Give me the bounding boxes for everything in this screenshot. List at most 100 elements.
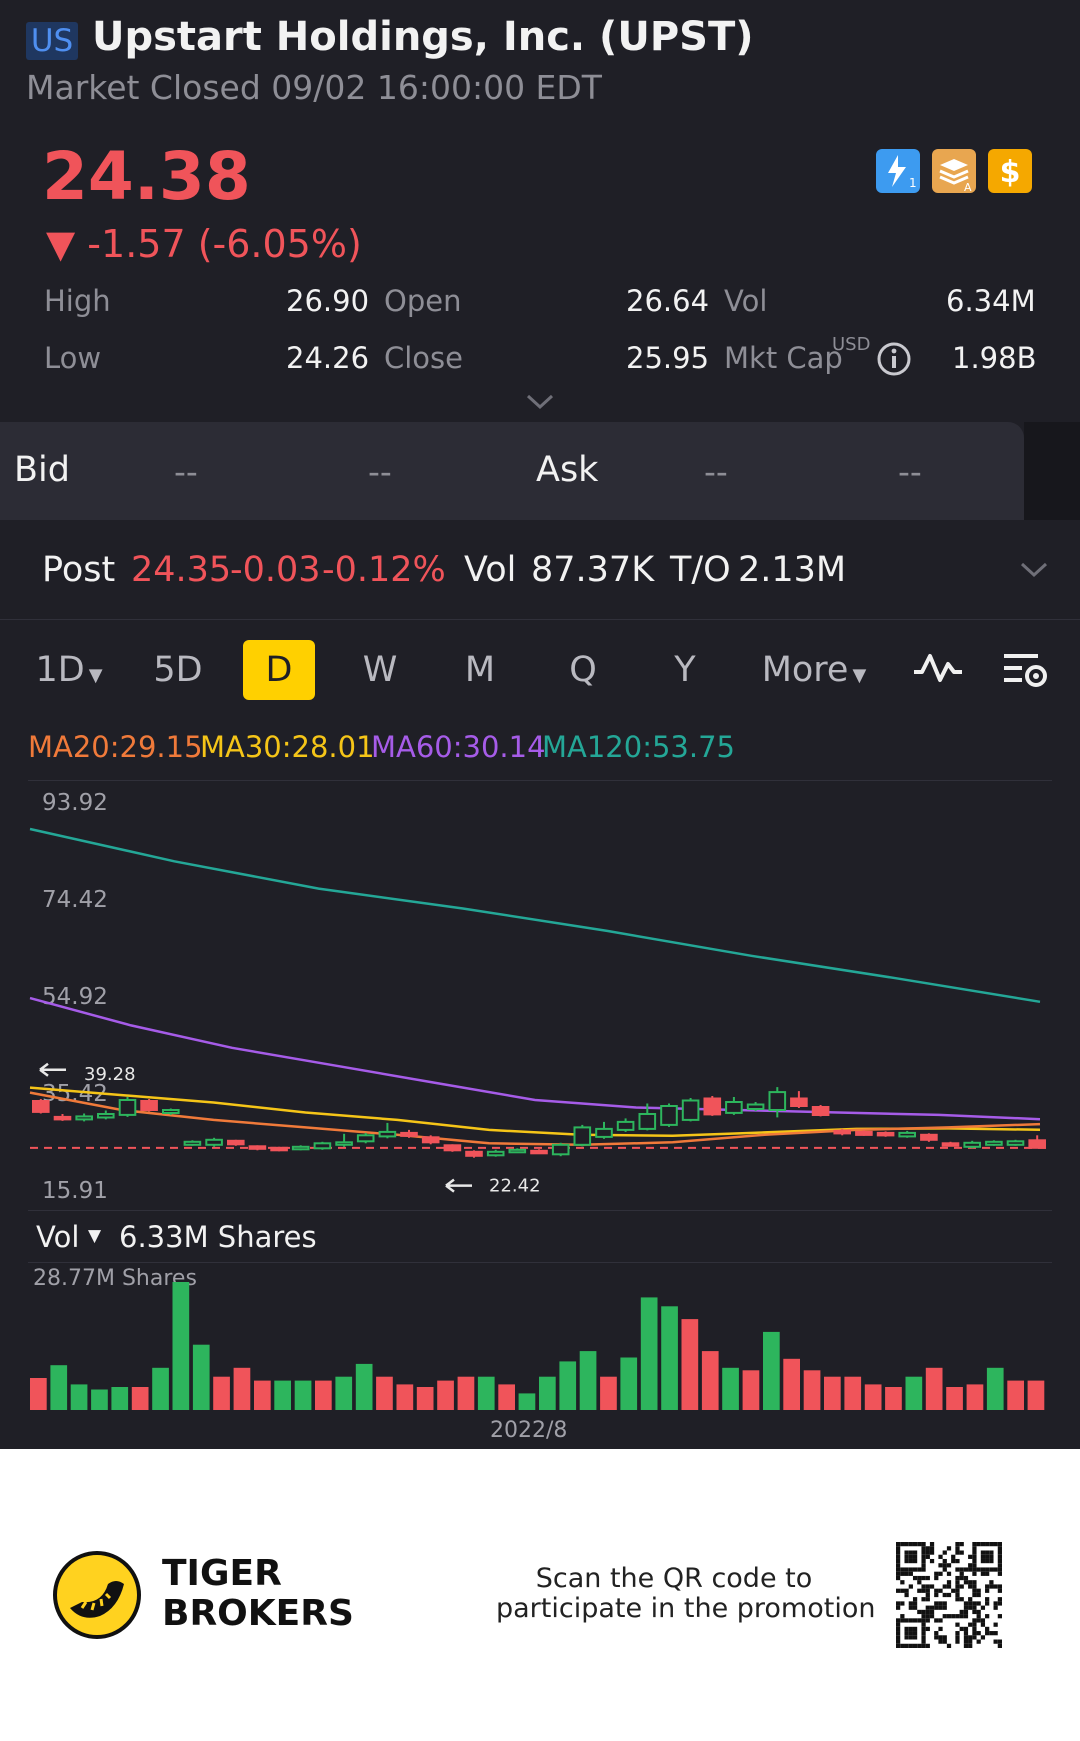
bid-label: Bid (14, 450, 70, 490)
candle (53, 1114, 72, 1121)
qr-module (997, 1571, 1002, 1576)
qr-module (972, 1618, 977, 1623)
high-marker-label: 39.28 (84, 1064, 136, 1085)
candle-body (703, 1097, 722, 1116)
tab-1d[interactable]: 1D ▼ (30, 640, 108, 700)
qr-module (955, 1575, 960, 1581)
qr-module (908, 1571, 913, 1576)
ma30-label: MA30:28.01 (200, 730, 375, 764)
volume-bar (966, 1384, 984, 1410)
qr-module (942, 1635, 947, 1640)
lightning-1-icon[interactable]: 1 (876, 149, 920, 193)
volume-bar (518, 1393, 536, 1410)
qr-module (929, 1614, 935, 1619)
vol-section-value: 6.33M Shares (119, 1220, 317, 1254)
expand-chevron-icon[interactable] (524, 392, 556, 416)
candle (963, 1140, 982, 1149)
candle-body (616, 1120, 635, 1131)
qr-module (921, 1558, 926, 1564)
indicator-icon[interactable] (912, 648, 964, 692)
qr-module (912, 1550, 918, 1555)
qr-module (908, 1618, 913, 1623)
qr-module (985, 1584, 990, 1589)
volume-chart[interactable] (0, 1266, 1080, 1412)
qr-module (917, 1580, 922, 1585)
volume-bar (152, 1367, 169, 1410)
qr-module (904, 1631, 909, 1636)
vol-dropdown-caret-icon[interactable]: ▼ (88, 1226, 101, 1246)
price-chart[interactable]: 93.9274.4254.9235.4215.91 39.2822.42 (0, 780, 1080, 1208)
post-expand-chevron-icon[interactable] (1018, 560, 1050, 584)
candle (790, 1091, 808, 1108)
qr-module (963, 1614, 969, 1619)
qr-module (896, 1601, 901, 1606)
tab-d[interactable]: D (243, 640, 315, 700)
qr-module (976, 1588, 981, 1593)
qr-module (955, 1542, 960, 1547)
tab-m[interactable]: M (452, 640, 508, 700)
qr-module (993, 1584, 998, 1589)
qr-module (955, 1546, 960, 1551)
qr-module (985, 1567, 990, 1572)
volume-bar (905, 1376, 923, 1410)
vol-section-label[interactable]: Vol (36, 1220, 79, 1254)
stack-a-icon[interactable]: A (932, 149, 976, 194)
qr-module (904, 1635, 909, 1640)
qr-module (985, 1571, 990, 1576)
qr-module (904, 1550, 909, 1555)
tab-5d[interactable]: 5D (146, 640, 210, 700)
qr-module (912, 1605, 918, 1610)
volume-bar (824, 1376, 841, 1410)
qr-module (912, 1542, 918, 1547)
qr-module (980, 1635, 986, 1640)
qr-module (968, 1580, 973, 1585)
qr-module (959, 1597, 964, 1602)
volume-bar (355, 1363, 373, 1410)
volume-bar (396, 1384, 414, 1410)
qr-module (942, 1550, 947, 1555)
volume-bar (213, 1376, 230, 1410)
volume-bar (844, 1376, 862, 1410)
qr-module (896, 1567, 901, 1572)
qr-module (900, 1643, 905, 1648)
qr-module (938, 1618, 943, 1623)
tab-w[interactable]: W (352, 640, 408, 700)
qr-module (997, 1554, 1002, 1559)
candle-body (725, 1101, 743, 1114)
info-icon[interactable] (876, 341, 912, 381)
qr-module (968, 1601, 973, 1606)
qr-module (968, 1605, 973, 1610)
open-label: Open (384, 284, 462, 318)
qr-module (896, 1546, 901, 1551)
qr-module (968, 1643, 973, 1648)
chart-settings-icon[interactable] (1002, 648, 1050, 696)
qr-module (972, 1622, 977, 1627)
qr-module (921, 1554, 926, 1559)
tab-y[interactable]: Y (657, 640, 713, 700)
qr-module (963, 1580, 969, 1585)
qr-module (972, 1567, 977, 1572)
qr-module (912, 1597, 918, 1602)
qr-module (980, 1554, 986, 1559)
volume-bar (783, 1358, 800, 1410)
qr-module (946, 1614, 952, 1619)
qr-module (896, 1542, 901, 1547)
low-value: 24.26 (286, 341, 370, 375)
volume-bar (376, 1376, 393, 1410)
candle-body (270, 1146, 288, 1152)
dollar-icon[interactable]: $ (988, 149, 1032, 193)
candle (768, 1087, 787, 1118)
tab-q[interactable]: Q (555, 640, 611, 700)
candle (248, 1145, 267, 1151)
qr-module (997, 1567, 1002, 1572)
qr-module (993, 1542, 998, 1547)
y-tick-label: 74.42 (42, 887, 108, 913)
tab-more[interactable]: More ▼ (758, 640, 870, 700)
low-arrow-icon (445, 1178, 472, 1193)
qr-module (968, 1554, 973, 1559)
qr-module (904, 1592, 909, 1598)
candle (227, 1139, 245, 1146)
volume-bar (539, 1376, 556, 1410)
promo-line-2: participate in the promotion (496, 1593, 876, 1624)
svg-text:A: A (964, 181, 972, 193)
